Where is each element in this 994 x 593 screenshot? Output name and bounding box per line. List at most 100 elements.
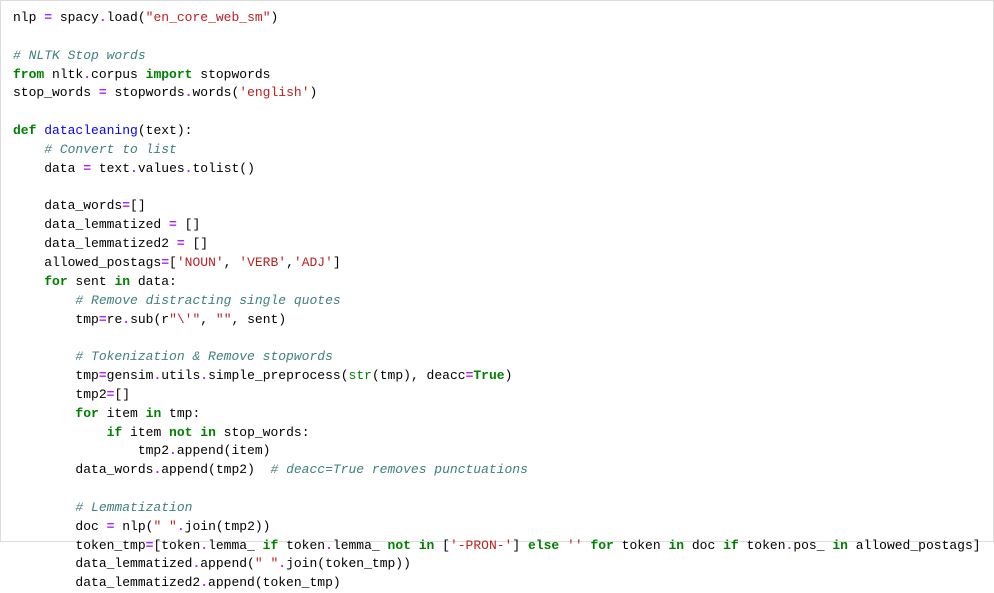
code-token	[13, 349, 75, 364]
code-token: [	[434, 538, 450, 553]
code-token	[13, 293, 75, 308]
code-token: if	[107, 425, 123, 440]
code-token: re	[107, 312, 123, 327]
code-token: sub(r	[130, 312, 169, 327]
code-line: # NLTK Stop words	[13, 47, 981, 66]
code-token: # NLTK Stop words	[13, 48, 146, 63]
code-token	[559, 538, 567, 553]
code-line: data_words=[]	[13, 197, 981, 216]
code-token: tmp2	[13, 443, 169, 458]
code-token: doc	[684, 538, 723, 553]
code-token: tmp	[13, 312, 99, 327]
code-token: data:	[130, 274, 177, 289]
code-line: # Lemmatization	[13, 499, 981, 518]
code-token: # Lemmatization	[75, 500, 192, 515]
code-token: in	[200, 425, 216, 440]
code-line: data_lemmatized2.append(token_tmp)	[13, 574, 981, 593]
code-token: [token	[153, 538, 200, 553]
code-token: tmp	[13, 368, 99, 383]
code-token: =	[99, 85, 107, 100]
code-token: stop_words:	[216, 425, 310, 440]
code-token: 'english'	[239, 85, 309, 100]
code-token: '-PRON-'	[450, 538, 512, 553]
code-token: from	[13, 67, 44, 82]
code-token: in	[832, 538, 848, 553]
code-token: in	[146, 406, 162, 421]
code-token: stop_words	[13, 85, 99, 100]
code-token: nlp	[13, 10, 44, 25]
code-token: " "	[153, 519, 176, 534]
code-line: # Tokenization & Remove stopwords	[13, 348, 981, 367]
code-line	[13, 103, 981, 122]
code-token: data_lemmatized2	[13, 236, 177, 251]
code-line: # Remove distracting single quotes	[13, 292, 981, 311]
code-line: nlp = spacy.load("en_core_web_sm")	[13, 9, 981, 28]
code-token	[13, 425, 107, 440]
code-token: ,	[286, 255, 294, 270]
code-token: else	[528, 538, 559, 553]
code-token: # Tokenization & Remove stopwords	[75, 349, 332, 364]
code-token: in	[114, 274, 130, 289]
code-line: stop_words = stopwords.words('english')	[13, 84, 981, 103]
code-token: if	[723, 538, 739, 553]
code-token: )	[310, 85, 318, 100]
code-token: data_lemmatized	[13, 556, 192, 571]
code-token: # Convert to list	[44, 142, 177, 157]
code-line: if item not in stop_words:	[13, 424, 981, 443]
code-token: []	[177, 217, 200, 232]
code-token: item	[122, 425, 169, 440]
code-line: data_lemmatized = []	[13, 216, 981, 235]
code-block: nlp = spacy.load("en_core_web_sm") # NLT…	[13, 9, 981, 593]
code-line: token_tmp=[token.lemma_ if token.lemma_ …	[13, 537, 981, 556]
code-token: str	[349, 368, 372, 383]
code-token: allowed_postags	[13, 255, 161, 270]
code-token: if	[263, 538, 279, 553]
code-token: for	[590, 538, 613, 553]
code-token: .	[130, 161, 138, 176]
code-token: lemma_	[208, 538, 263, 553]
code-token: =	[161, 255, 169, 270]
code-token	[411, 538, 419, 553]
code-line: tmp2.append(item)	[13, 442, 981, 461]
code-token: # Remove distracting single quotes	[75, 293, 340, 308]
code-token: nlp(	[114, 519, 153, 534]
code-token: .	[200, 368, 208, 383]
code-token: not	[388, 538, 411, 553]
code-token: spacy	[52, 10, 99, 25]
code-line: for sent in data:	[13, 273, 981, 292]
code-line: # Convert to list	[13, 141, 981, 160]
code-token: append(tmp2)	[161, 462, 270, 477]
code-token: join(tmp2))	[185, 519, 271, 534]
code-token: =	[177, 236, 185, 251]
code-token: "en_core_web_sm"	[146, 10, 271, 25]
code-token: .	[99, 10, 107, 25]
code-token: .	[169, 443, 177, 458]
code-token: datacleaning	[44, 123, 138, 138]
code-token: import	[146, 67, 193, 82]
code-line: allowed_postags=['NOUN', 'VERB','ADJ']	[13, 254, 981, 273]
code-token: []	[185, 236, 208, 251]
code-token: )	[505, 368, 513, 383]
code-token: stopwords	[107, 85, 185, 100]
code-token	[13, 500, 75, 515]
code-token: token	[739, 538, 786, 553]
code-token: append(item)	[177, 443, 271, 458]
code-token: tmp:	[161, 406, 200, 421]
code-token: simple_preprocess(	[208, 368, 348, 383]
code-token	[13, 406, 75, 421]
code-token: =	[99, 312, 107, 327]
code-line	[13, 179, 981, 198]
code-token: data_lemmatized	[13, 217, 169, 232]
code-token: ""	[216, 312, 232, 327]
code-token: [	[169, 255, 177, 270]
code-line	[13, 28, 981, 47]
code-token: (tmp), deacc	[372, 368, 466, 383]
code-token: []	[114, 387, 130, 402]
code-token: for	[75, 406, 98, 421]
code-token: tmp2	[13, 387, 107, 402]
code-line	[13, 480, 981, 499]
code-token: []	[130, 198, 146, 213]
code-line: data_words.append(tmp2) # deacc=True rem…	[13, 461, 981, 480]
code-line: data_lemmatized.append(" ".join(token_tm…	[13, 555, 981, 574]
code-token: data_words	[13, 462, 153, 477]
